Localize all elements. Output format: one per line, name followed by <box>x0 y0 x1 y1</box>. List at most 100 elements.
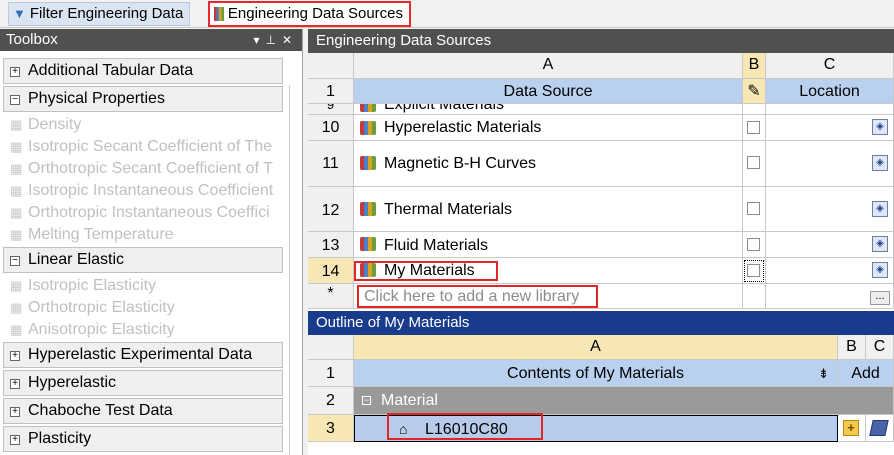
row-number: 9 <box>308 104 354 115</box>
toolbox-item-anisotropic-elasticity[interactable]: ▦ Anisotropic Elasticity <box>10 319 286 341</box>
column-header-a[interactable]: A <box>354 335 838 360</box>
browse-button[interactable]: ... <box>870 291 890 305</box>
corner-cell[interactable] <box>308 335 354 360</box>
row-number: * <box>308 284 354 309</box>
group-label: Chaboche Test Data <box>28 402 173 419</box>
toolbox-group-physical-properties[interactable]: − Physical Properties <box>3 86 283 112</box>
edit-checkbox[interactable] <box>747 238 760 251</box>
library-books-icon <box>360 156 376 170</box>
data-source-row[interactable]: Explicit Materials <box>354 104 743 115</box>
highlight-box <box>354 261 498 281</box>
sort-icon[interactable]: ⇟ <box>818 360 829 386</box>
right-pane: Engineering Data Sources A B C 1 Data So… <box>308 29 894 455</box>
pin-icon[interactable]: ⊥ <box>265 33 281 47</box>
row-number: 1 <box>308 360 354 387</box>
toolbox-item-isotropic-secant[interactable]: ▦ Isotropic Secant Coefficient of The <box>10 136 286 158</box>
edit-checkbox[interactable] <box>747 156 760 169</box>
edit-checkbox-cell[interactable] <box>743 104 766 115</box>
row-number: 1 <box>308 79 354 104</box>
library-name: Fluid Materials <box>384 237 489 254</box>
toolbox-item-density[interactable]: ▦ Density <box>10 114 286 136</box>
row-number: 12 <box>308 187 354 232</box>
data-source-row[interactable]: Hyperelastic Materials <box>354 115 743 141</box>
toolbox-group-hyperelastic-experimental-data[interactable]: + Hyperelastic Experimental Data <box>3 342 283 368</box>
toolbox-panel: Toolbox ▾⊥✕ + Additional Tabular Data − Ph… <box>0 29 303 455</box>
add-to-favorites-book-icon[interactable] <box>869 420 889 436</box>
row-number: 10 <box>308 115 354 141</box>
tab-filter-engineering-data[interactable]: ▼ Filter Engineering Data <box>8 2 191 26</box>
edit-checkbox[interactable] <box>747 121 760 134</box>
collapse-icon[interactable]: − <box>362 396 371 405</box>
edit-checkbox-cell[interactable] <box>743 115 766 141</box>
collapse-icon[interactable]: − <box>10 256 20 266</box>
expand-icon[interactable]: + <box>10 407 20 417</box>
close-icon[interactable]: ✕ <box>282 33 298 47</box>
expand-icon[interactable]: + <box>10 435 20 445</box>
eds-title-bar: Engineering Data Sources <box>308 29 894 53</box>
toolbox-item-orthotropic-secant[interactable]: ▦ Orthotropic Secant Coefficient of T <box>10 158 286 180</box>
browse-location-icon[interactable]: ◈ <box>872 201 888 217</box>
add-cell[interactable]: + <box>838 415 866 442</box>
outline-title-bar: Outline of My Materials <box>308 311 894 335</box>
data-source-row[interactable]: Thermal Materials <box>354 187 743 232</box>
collapse-icon[interactable]: − <box>10 95 20 105</box>
column-header-c[interactable]: C <box>866 335 894 360</box>
edit-checkbox-cell[interactable] <box>743 141 766 187</box>
browse-location-icon[interactable]: ◈ <box>872 119 888 135</box>
column-header-a[interactable]: A <box>354 53 743 79</box>
toolbox-item-orthotropic-elasticity[interactable]: ▦ Orthotropic Elasticity <box>10 297 286 319</box>
edit-checkbox[interactable] <box>747 202 760 215</box>
edit-checkbox-cell[interactable] <box>743 258 766 284</box>
toolbox-item-melting-temperature[interactable]: ▦ Melting Temperature <box>10 224 286 246</box>
location-cell[interactable]: ... <box>766 284 894 309</box>
toolbox-group-additional-tabular-data[interactable]: + Additional Tabular Data <box>3 58 283 84</box>
property-table-icon: ▦ <box>10 205 23 220</box>
item-label: Density <box>28 116 82 133</box>
toolbox-item-isotropic-instantaneous[interactable]: ▦ Isotropic Instantaneous Coefficient <box>10 180 286 202</box>
row-number-selected: 3 <box>308 415 354 442</box>
toolbox-scrollbar[interactable] <box>289 85 290 455</box>
browse-location-icon[interactable]: ◈ <box>872 262 888 278</box>
category-row-material[interactable]: − Material <box>354 387 894 415</box>
location-cell[interactable]: ◈ <box>766 115 894 141</box>
expand-icon[interactable]: + <box>10 351 20 361</box>
toolbox-group-plasticity[interactable]: + Plasticity <box>3 426 283 452</box>
toolbox-group-chaboche-test-data[interactable]: + Chaboche Test Data <box>3 398 283 424</box>
property-table-icon: ▦ <box>10 139 23 154</box>
location-cell[interactable]: ◈ <box>766 187 894 232</box>
add-to-project-icon[interactable]: + <box>843 420 859 436</box>
edit-checkbox-cell[interactable] <box>743 232 766 258</box>
column-header-b[interactable]: B <box>838 335 866 360</box>
browse-location-icon[interactable]: ◈ <box>872 155 888 171</box>
data-source-row[interactable]: Fluid Materials <box>354 232 743 258</box>
tab-engineering-data-sources[interactable]: Engineering Data Sources <box>208 1 411 27</box>
location-cell[interactable]: ◈ <box>766 258 894 284</box>
item-label: Melting Temperature <box>28 226 174 243</box>
favorite-cell[interactable] <box>866 415 894 442</box>
location-cell[interactable] <box>766 104 894 115</box>
toolbox-item-isotropic-elasticity[interactable]: ▦ Isotropic Elasticity <box>10 275 286 297</box>
tab-label: Engineering Data Sources <box>227 5 403 22</box>
edit-checkbox[interactable] <box>747 264 760 277</box>
column-header-c[interactable]: C <box>766 53 894 79</box>
header-contents: Contents of My Materials ⇟ <box>354 360 838 387</box>
library-name: Magnetic B-H Curves <box>384 155 537 172</box>
header-add: Add <box>838 360 894 387</box>
toolbox-item-orthotropic-instantaneous[interactable]: ▦ Orthotropic Instantaneous Coeffici <box>10 202 286 224</box>
corner-cell[interactable] <box>308 53 354 79</box>
toolbox-group-hyperelastic[interactable]: + Hyperelastic <box>3 370 283 396</box>
location-cell[interactable]: ◈ <box>766 232 894 258</box>
location-cell[interactable]: ◈ <box>766 141 894 187</box>
item-label: Isotropic Instantaneous Coefficient <box>28 182 274 199</box>
column-header-b[interactable]: B <box>743 53 766 79</box>
edit-checkbox-cell[interactable] <box>743 187 766 232</box>
data-source-row[interactable]: Magnetic B-H Curves <box>354 141 743 187</box>
expand-icon[interactable]: + <box>10 379 20 389</box>
property-table-icon: ▦ <box>10 300 23 315</box>
expand-icon[interactable]: + <box>10 67 20 77</box>
dropdown-arrow-icon[interactable]: ▾ <box>253 33 265 47</box>
header-data-source: Data Source <box>354 79 743 104</box>
browse-location-icon[interactable]: ◈ <box>872 236 888 252</box>
edit-pencil-icon[interactable]: ✎ <box>743 79 766 104</box>
toolbox-group-linear-elastic[interactable]: − Linear Elastic <box>3 247 283 273</box>
